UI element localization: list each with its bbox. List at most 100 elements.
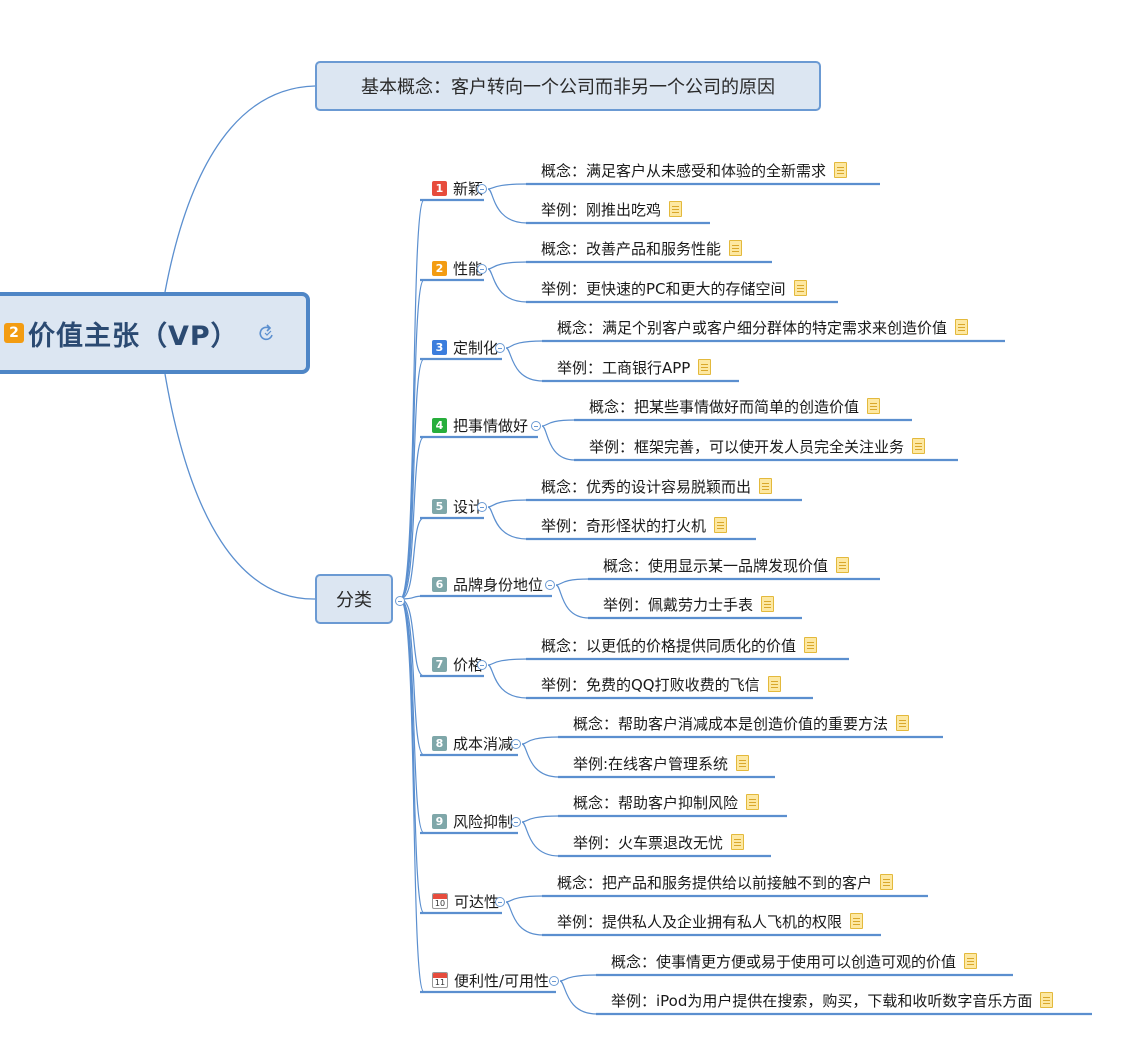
example-leaf[interactable]: 举例：iPod为用户提供在搜索，购买，下载和收听数字音乐方面 bbox=[611, 989, 1054, 1011]
note-icon[interactable] bbox=[729, 240, 743, 256]
category-node-label: 便利性/可用性 bbox=[454, 971, 550, 990]
collapse-minus-icon[interactable] bbox=[511, 817, 521, 827]
leaf-text: 概念：帮助客户消减成本是创造价值的重要方法 bbox=[573, 714, 889, 733]
note-icon[interactable] bbox=[867, 398, 881, 414]
category-node-8[interactable]: 8 成本消减 bbox=[432, 732, 513, 754]
example-leaf[interactable]: 举例：更快速的PC和更大的存储空间 bbox=[541, 277, 807, 299]
note-icon[interactable] bbox=[880, 874, 894, 890]
concept-topic[interactable]: 基本概念：客户转向一个公司而非另一个公司的原因 bbox=[315, 61, 821, 111]
example-leaf[interactable]: 举例：火车票退改无忧 bbox=[573, 831, 745, 853]
collapse-minus-icon[interactable] bbox=[477, 184, 487, 194]
example-leaf[interactable]: 举例：提供私人及企业拥有私人飞机的权限 bbox=[557, 910, 864, 932]
root-topic[interactable]: 2 价值主张（VP） bbox=[0, 292, 310, 374]
link-leaf-1-2 bbox=[487, 188, 528, 224]
leaf-text: 举例：更快速的PC和更大的存储空间 bbox=[541, 279, 786, 298]
leaf-text: 举例：iPod为用户提供在搜索，购买，下载和收听数字音乐方面 bbox=[611, 991, 1033, 1010]
note-icon[interactable] bbox=[761, 596, 775, 612]
calendar-number: 10 bbox=[434, 898, 446, 908]
category-node-4[interactable]: 4 把事情做好 bbox=[432, 414, 528, 436]
category-node-7[interactable]: 7 价格 bbox=[432, 653, 483, 675]
note-icon[interactable] bbox=[759, 478, 773, 494]
category-node-10[interactable]: 10 可达性 bbox=[432, 890, 499, 912]
category-node-1[interactable]: 1 新颖 bbox=[432, 177, 483, 199]
collapse-minus-icon[interactable] bbox=[531, 421, 541, 431]
example-leaf[interactable]: 举例：奇形怪状的打火机 bbox=[541, 514, 728, 536]
link-leaf-6-1 bbox=[555, 578, 590, 586]
leaf-text: 举例:在线客户管理系统 bbox=[573, 754, 729, 773]
example-leaf[interactable]: 举例：工商银行APP bbox=[557, 356, 712, 378]
note-icon[interactable] bbox=[767, 676, 781, 692]
category-node-11[interactable]: 11 便利性/可用性 bbox=[432, 969, 549, 991]
concept-leaf[interactable]: 概念：把产品和服务提供给以前接触不到的客户 bbox=[557, 871, 894, 893]
note-icon[interactable] bbox=[714, 517, 728, 533]
priority-badge: 2 bbox=[4, 323, 24, 343]
category-node-label: 可达性 bbox=[454, 892, 500, 911]
number-badge: 6 bbox=[432, 576, 447, 592]
category-node-9[interactable]: 9 风险抑制 bbox=[432, 810, 513, 832]
example-leaf[interactable]: 举例：框架完善，可以使开发人员完全关注业务 bbox=[589, 435, 926, 457]
collapse-minus-icon[interactable] bbox=[477, 660, 487, 670]
leaf-text: 概念：使用显示某一品牌发现价值 bbox=[603, 556, 829, 575]
category-node-5[interactable]: 5 设计 bbox=[432, 495, 483, 517]
collapse-minus-icon[interactable] bbox=[495, 897, 505, 907]
link-root-category bbox=[164, 373, 316, 600]
note-icon[interactable] bbox=[698, 359, 712, 375]
concept-leaf[interactable]: 概念：优秀的设计容易脱颖而出 bbox=[541, 475, 773, 497]
category-node-3[interactable]: 3 定制化 bbox=[432, 336, 498, 358]
example-leaf[interactable]: 举例：刚推出吃鸡 bbox=[541, 198, 683, 220]
collapse-minus-icon[interactable] bbox=[477, 502, 487, 512]
number-badge: 1 bbox=[432, 180, 447, 196]
note-icon[interactable] bbox=[731, 834, 745, 850]
link-leaf-8-2 bbox=[521, 743, 560, 778]
link-leaf-11-2 bbox=[559, 980, 598, 1015]
concept-leaf[interactable]: 概念：把某些事情做好而简单的创造价值 bbox=[589, 395, 881, 417]
category-node-label: 风险抑制 bbox=[453, 812, 514, 831]
concept-leaf[interactable]: 概念：使事情更方便或易于使用可以创造可观的价值 bbox=[611, 950, 978, 972]
note-icon[interactable] bbox=[850, 913, 864, 929]
note-icon[interactable] bbox=[746, 794, 760, 810]
concept-leaf[interactable]: 概念：使用显示某一品牌发现价值 bbox=[603, 554, 850, 576]
note-icon[interactable] bbox=[912, 438, 926, 454]
number-badge: 7 bbox=[432, 656, 447, 672]
example-leaf[interactable]: 举例：佩戴劳力士手表 bbox=[603, 593, 775, 615]
note-icon[interactable] bbox=[804, 637, 818, 653]
note-icon[interactable] bbox=[736, 755, 750, 771]
note-icon[interactable] bbox=[793, 280, 807, 296]
note-icon[interactable] bbox=[955, 319, 969, 335]
concept-leaf[interactable]: 概念：改善产品和服务性能 bbox=[541, 237, 743, 259]
note-icon[interactable] bbox=[964, 953, 978, 969]
calendar-icon: 11 bbox=[432, 972, 448, 988]
collapse-minus-icon[interactable] bbox=[549, 976, 559, 986]
leaf-text: 举例：提供私人及企业拥有私人飞机的权限 bbox=[557, 912, 843, 931]
note-icon[interactable] bbox=[1040, 992, 1054, 1008]
note-icon[interactable] bbox=[836, 557, 850, 573]
concept-leaf[interactable]: 概念：帮助客户消减成本是创造价值的重要方法 bbox=[573, 712, 910, 734]
concept-leaf[interactable]: 概念：帮助客户抑制风险 bbox=[573, 791, 760, 813]
note-icon[interactable] bbox=[834, 162, 848, 178]
category-node-6[interactable]: 6 品牌身份地位 bbox=[432, 573, 543, 595]
category-topic[interactable]: 分类 bbox=[315, 574, 393, 624]
category-node-2[interactable]: 2 性能 bbox=[432, 257, 483, 279]
concept-topic-label: 基本概念：客户转向一个公司而非另一个公司的原因 bbox=[361, 77, 775, 98]
leaf-text: 举例：免费的QQ打败收费的飞信 bbox=[541, 675, 760, 694]
note-icon[interactable] bbox=[896, 715, 910, 731]
collapse-minus-icon[interactable] bbox=[545, 580, 555, 590]
concept-leaf[interactable]: 概念：以更低的价格提供同质化的价值 bbox=[541, 634, 818, 656]
example-leaf[interactable]: 举例：免费的QQ打败收费的飞信 bbox=[541, 673, 781, 695]
collapse-minus-icon[interactable] bbox=[477, 264, 487, 274]
collapse-minus-icon[interactable] bbox=[495, 343, 505, 353]
category-node-label: 品牌身份地位 bbox=[453, 575, 544, 594]
link-leaf-4-1 bbox=[541, 419, 576, 427]
category-node-label: 定制化 bbox=[453, 338, 499, 357]
link-leaf-5-2 bbox=[487, 506, 528, 540]
category-node-label: 把事情做好 bbox=[453, 416, 529, 435]
link-leaf-6-2 bbox=[555, 584, 590, 619]
calendar-number: 11 bbox=[434, 977, 446, 987]
collapse-minus-icon[interactable] bbox=[511, 739, 521, 749]
refresh-arrow-icon[interactable] bbox=[257, 323, 277, 343]
collapse-minus-icon[interactable] bbox=[395, 596, 405, 606]
concept-leaf[interactable]: 概念：满足客户从未感受和体验的全新需求 bbox=[541, 159, 848, 181]
example-leaf[interactable]: 举例:在线客户管理系统 bbox=[573, 752, 750, 774]
note-icon[interactable] bbox=[669, 201, 683, 217]
concept-leaf[interactable]: 概念：满足个别客户或客户细分群体的特定需求来创造价值 bbox=[557, 316, 969, 338]
